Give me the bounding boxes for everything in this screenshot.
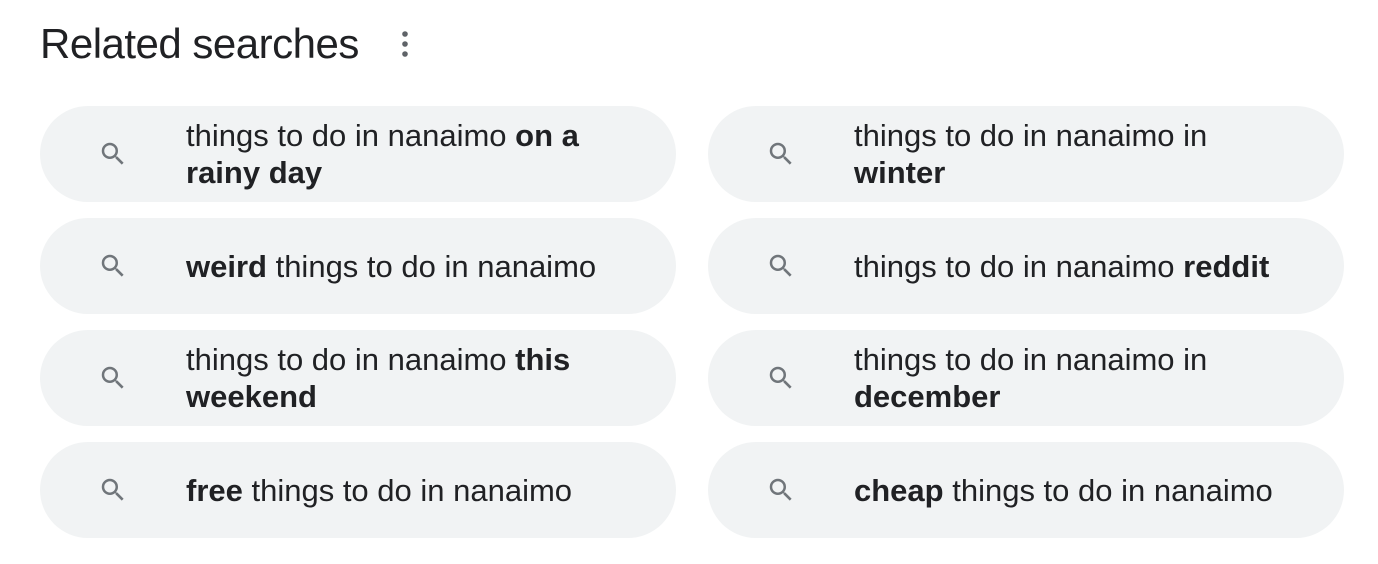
query-base-text: things to do in nanaimo in	[854, 342, 1208, 377]
related-search-label: free things to do in nanaimo	[186, 472, 572, 509]
query-base-text: things to do in nanaimo	[242, 472, 573, 508]
query-highlight-text: weird	[186, 248, 267, 284]
related-search-label: weird things to do in nanaimo	[186, 248, 596, 285]
related-search-label: things to do in nanaimo this weekend	[186, 341, 636, 415]
more-options-button[interactable]	[393, 24, 417, 64]
related-searches-header: Related searches	[40, 14, 417, 74]
related-search-label: things to do in nanaimo on a rainy day	[186, 117, 636, 191]
search-icon	[98, 139, 128, 169]
related-search-label: things to do in nanaimo in winter	[854, 117, 1304, 191]
related-search-label: cheap things to do in nanaimo	[854, 472, 1273, 509]
search-icon	[766, 363, 796, 393]
search-icon	[98, 475, 128, 505]
related-search-chip[interactable]: free things to do in nanaimo	[40, 442, 676, 538]
related-search-chip[interactable]: things to do in nanaimo in winter	[708, 106, 1344, 202]
related-search-chip[interactable]: things to do in nanaimo this weekend	[40, 330, 676, 426]
related-search-label: things to do in nanaimo reddit	[854, 248, 1269, 285]
more-vert-icon	[402, 31, 408, 57]
search-icon	[766, 139, 796, 169]
query-highlight-text: reddit	[1183, 248, 1270, 284]
query-base-text: things to do in nanaimo	[943, 472, 1273, 508]
query-base-text: things to do in nanaimo	[186, 118, 516, 153]
related-search-chip[interactable]: cheap things to do in nanaimo	[708, 442, 1344, 538]
query-base-text: things to do in nanaimo	[854, 248, 1184, 284]
query-highlight-text: cheap	[854, 472, 944, 508]
related-search-chip[interactable]: weird things to do in nanaimo	[40, 218, 676, 314]
related-search-chip[interactable]: things to do in nanaimo on a rainy day	[40, 106, 676, 202]
query-base-text: things to do in nanaimo in	[854, 118, 1208, 153]
search-icon	[98, 251, 128, 281]
search-icon	[766, 475, 796, 505]
query-highlight-text: winter	[854, 155, 946, 190]
related-search-chip[interactable]: things to do in nanaimo reddit	[708, 218, 1344, 314]
related-searches-grid: things to do in nanaimo on a rainy day t…	[40, 106, 1344, 538]
section-title: Related searches	[40, 20, 359, 67]
query-highlight-text: free	[186, 472, 243, 508]
related-search-chip[interactable]: things to do in nanaimo in december	[708, 330, 1344, 426]
search-icon	[98, 363, 128, 393]
search-icon	[766, 251, 796, 281]
query-base-text: things to do in nanaimo	[186, 342, 516, 377]
query-highlight-text: december	[854, 379, 1001, 414]
query-base-text: things to do in nanaimo	[266, 248, 597, 284]
related-search-label: things to do in nanaimo in december	[854, 341, 1304, 415]
